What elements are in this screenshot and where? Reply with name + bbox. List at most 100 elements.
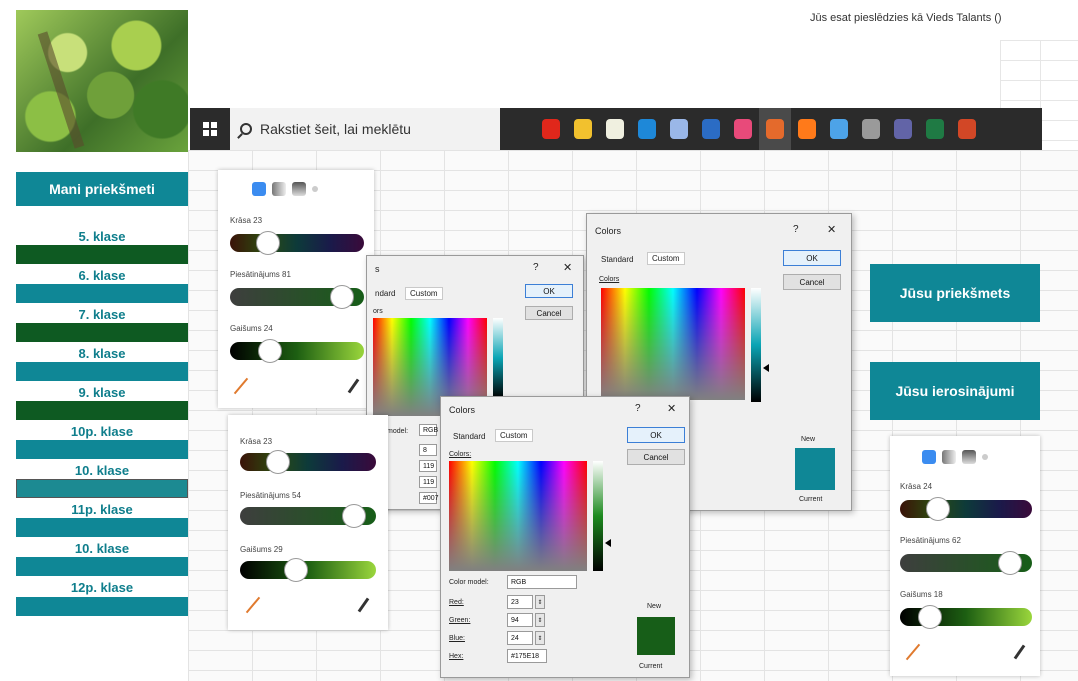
nav-item-10-klase-second[interactable]: 10. klase xyxy=(16,538,188,558)
your-subject-button[interactable]: Jūsu priekšmets xyxy=(870,264,1040,322)
color-spectrum[interactable] xyxy=(601,288,745,400)
ok-button[interactable]: OK xyxy=(783,250,841,266)
color-model-select[interactable]: RGB xyxy=(507,575,577,589)
pen-icon[interactable] xyxy=(245,596,261,614)
solid-fill-icon[interactable] xyxy=(922,450,936,464)
taskbar-app-store-bag[interactable] xyxy=(599,108,631,150)
brightness-slider-knob[interactable] xyxy=(918,605,942,629)
start-button[interactable] xyxy=(190,108,230,150)
taskbar-app-save-disk[interactable] xyxy=(567,108,599,150)
saturation-slider[interactable] xyxy=(900,551,1032,575)
red-spinner[interactable]: ⇕ xyxy=(535,595,545,609)
taskbar-app-keep[interactable] xyxy=(727,108,759,150)
tab-standard[interactable]: Standard xyxy=(597,254,637,265)
taskbar-app-opera[interactable] xyxy=(535,108,567,150)
hex-field[interactable]: #007 xyxy=(419,492,439,504)
help-icon[interactable]: ? xyxy=(533,262,539,273)
close-icon[interactable]: ✕ xyxy=(563,261,572,274)
pen-icon[interactable] xyxy=(905,643,921,661)
luminance-bar[interactable] xyxy=(751,288,761,402)
hue-slider-knob[interactable] xyxy=(266,450,290,474)
texture-fill-icon[interactable] xyxy=(962,450,976,464)
taskbar-app-powerpoint[interactable] xyxy=(951,108,983,150)
taskbar-app-word[interactable] xyxy=(695,108,727,150)
taskbar-app-firefox[interactable] xyxy=(791,108,823,150)
color-spectrum[interactable] xyxy=(449,461,587,571)
hue-slider-knob[interactable] xyxy=(926,497,950,521)
taskbar-app-teams[interactable] xyxy=(887,108,919,150)
green-spinner[interactable]: ⇕ xyxy=(535,613,545,627)
nav-item-9-klase[interactable]: 9. klase xyxy=(16,382,188,402)
taskbar-search-box[interactable]: Rakstiet šeit, lai meklētu xyxy=(230,108,500,150)
cancel-button[interactable]: Cancel xyxy=(627,449,685,465)
nav-item-11p-klase[interactable]: 11p. klase xyxy=(16,499,188,519)
brightness-slider[interactable] xyxy=(230,339,364,363)
no-fill-icon[interactable] xyxy=(312,186,318,192)
eyedropper-icon[interactable] xyxy=(1013,644,1026,660)
cancel-button[interactable]: Cancel xyxy=(525,306,573,320)
red-field[interactable]: 23 xyxy=(507,595,533,609)
nav-item-12p-klase[interactable]: 12p. klase xyxy=(16,577,188,597)
taskbar-app-paint[interactable] xyxy=(663,108,695,150)
red-field[interactable]: 8 xyxy=(419,444,437,456)
close-icon[interactable]: ✕ xyxy=(667,402,676,415)
eyedropper-icon[interactable] xyxy=(347,378,360,394)
taskbar-app-mail[interactable] xyxy=(631,108,663,150)
hue-slider[interactable] xyxy=(900,497,1032,521)
your-suggestions-button[interactable]: Jūsu ierosinājumi xyxy=(870,362,1040,420)
solid-fill-icon[interactable] xyxy=(252,182,266,196)
luminance-bar[interactable] xyxy=(493,318,503,398)
eyedropper-icon[interactable] xyxy=(357,597,370,613)
gradient-fill-icon[interactable] xyxy=(272,182,286,196)
nav-item-6-klase[interactable]: 6. klase xyxy=(16,265,188,285)
nav-item-7-klase[interactable]: 7. klase xyxy=(16,304,188,324)
help-icon[interactable]: ? xyxy=(793,224,799,235)
blue-field[interactable]: 119 xyxy=(419,476,437,488)
blue-field[interactable]: 24 xyxy=(507,631,533,645)
saturation-slider-knob[interactable] xyxy=(330,285,354,309)
nav-item-10p-klase[interactable]: 10p. klase xyxy=(16,421,188,441)
tab-standard[interactable]: Standard xyxy=(449,431,489,442)
tab-standard[interactable]: ndard xyxy=(371,288,399,299)
help-icon[interactable]: ? xyxy=(635,403,641,414)
nav-item-10-klase[interactable]: 10. klase xyxy=(16,460,188,480)
my-subjects-header[interactable]: Mani priekšmeti xyxy=(16,172,188,206)
ok-button[interactable]: OK xyxy=(627,427,685,443)
taskbar-app-photos[interactable] xyxy=(759,108,791,150)
brightness-slider-knob[interactable] xyxy=(258,339,282,363)
nav-item-8-klase[interactable]: 8. klase xyxy=(16,343,188,363)
cancel-button[interactable]: Cancel xyxy=(783,274,841,290)
brightness-slider[interactable] xyxy=(900,605,1032,629)
brightness-slider-knob[interactable] xyxy=(284,558,308,582)
brightness-slider[interactable] xyxy=(240,558,376,582)
saturation-slider-knob[interactable] xyxy=(342,504,366,528)
green-field[interactable]: 94 xyxy=(507,613,533,627)
hue-slider-knob[interactable] xyxy=(256,231,280,255)
luminance-arrow-icon[interactable] xyxy=(605,539,611,547)
luminance-bar[interactable] xyxy=(593,461,603,571)
no-fill-icon[interactable] xyxy=(982,454,988,460)
texture-fill-icon[interactable] xyxy=(292,182,306,196)
pen-icon[interactable] xyxy=(233,377,249,395)
taskbar-app-excel[interactable] xyxy=(919,108,951,150)
ok-button[interactable]: OK xyxy=(525,284,573,298)
taskbar-app-database[interactable] xyxy=(855,108,887,150)
taskbar-app-chrome[interactable] xyxy=(823,108,855,150)
hue-slider[interactable] xyxy=(230,231,364,255)
luminance-arrow-icon[interactable] xyxy=(763,364,769,372)
gradient-fill-icon[interactable] xyxy=(942,450,956,464)
saturation-slider[interactable] xyxy=(240,504,376,528)
hue-label-text: Krāsa xyxy=(240,437,261,446)
tab-custom[interactable]: Custom xyxy=(647,252,685,265)
green-field[interactable]: 119 xyxy=(419,460,437,472)
tab-custom[interactable]: Custom xyxy=(405,287,443,300)
color-model-select[interactable]: RGB xyxy=(419,424,438,436)
saturation-slider-knob[interactable] xyxy=(998,551,1022,575)
close-icon[interactable]: ✕ xyxy=(827,223,836,236)
hue-slider[interactable] xyxy=(240,450,376,474)
saturation-slider[interactable] xyxy=(230,285,364,309)
blue-spinner[interactable]: ⇕ xyxy=(535,631,545,645)
hex-field[interactable]: #175E18 xyxy=(507,649,547,663)
nav-item-5-klase[interactable]: 5. klase xyxy=(16,226,188,246)
tab-custom[interactable]: Custom xyxy=(495,429,533,442)
